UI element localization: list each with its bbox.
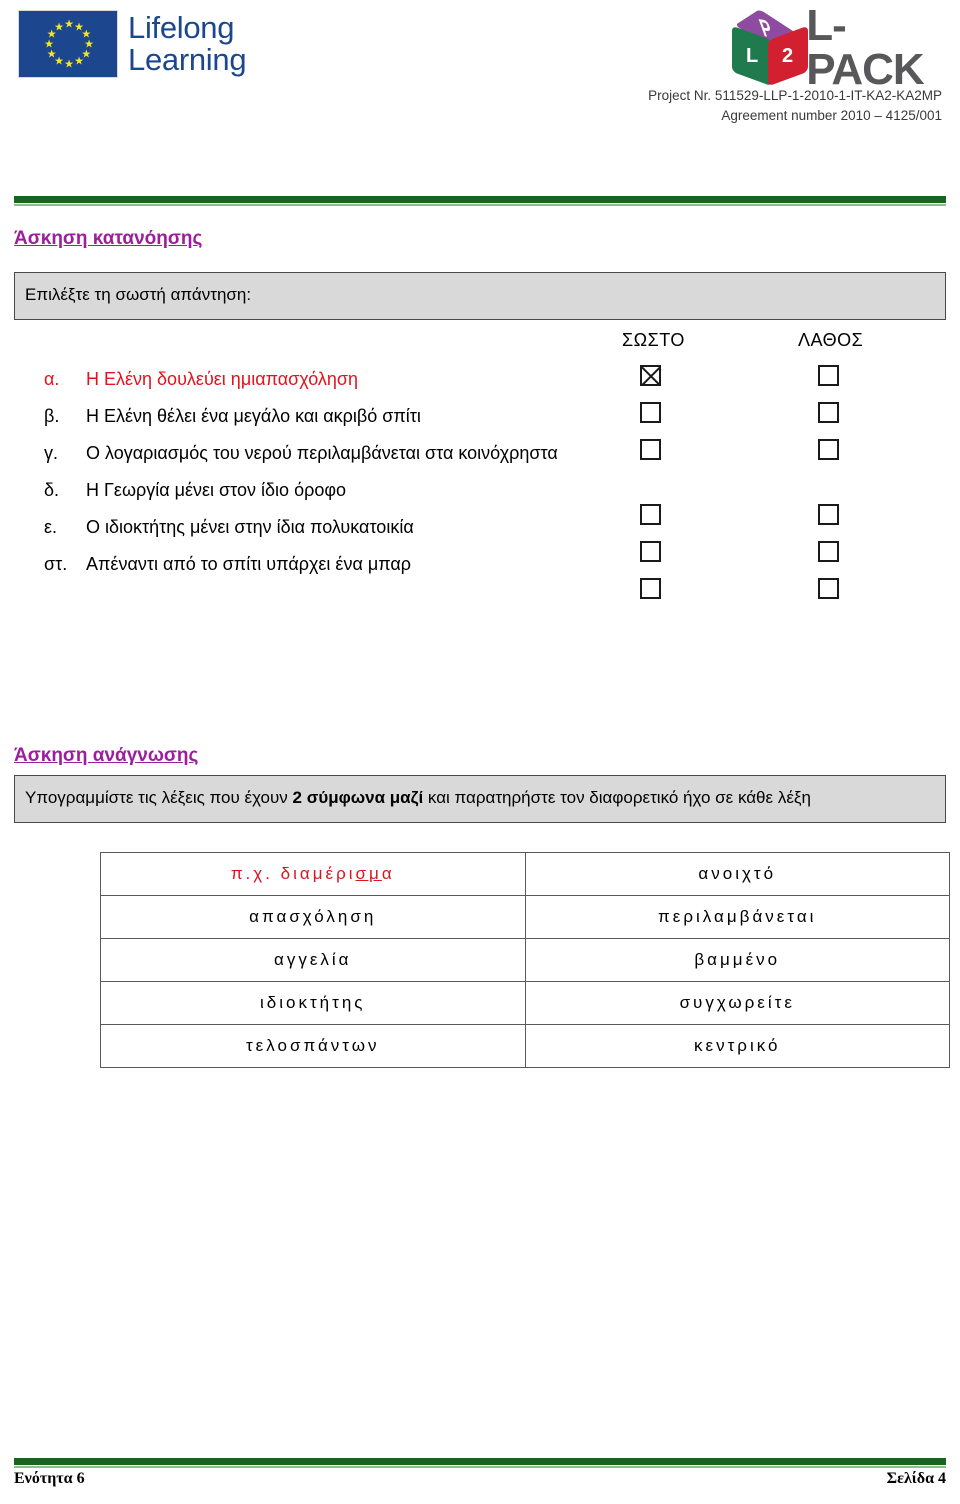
question-row: στ. Απέναντι από το σπίτι υπάρχει ένα μπα… <box>44 550 604 578</box>
checkbox-column-true <box>640 365 661 615</box>
underlined-consonant-pair: σμ <box>355 864 382 883</box>
checkbox-slot <box>818 578 839 615</box>
footer-divider <box>14 1458 946 1468</box>
divider-thin-bar <box>14 204 946 206</box>
footer-page-label: Σελίδα 4 <box>886 1470 946 1487</box>
lpack-logo: P L 2 L-PACK <box>724 4 960 92</box>
word-cell-right[interactable]: κεντρικό <box>524 1024 950 1068</box>
question-row: γ. Ο λογαριασμός του νερού περιλαμβάνεται… <box>44 439 604 467</box>
footer-unit-label: Ενότητα 6 <box>14 1470 85 1487</box>
divider-thick-bar <box>14 196 946 203</box>
checkbox-true[interactable] <box>640 578 661 599</box>
comprehension-instruction: Επιλέξτε τη σωστή απάντηση: <box>14 272 946 320</box>
footer-divider-thin-bar <box>14 1466 946 1468</box>
question-text: Η Ελένη θέλει ένα μεγάλο και ακριβό σπίτ… <box>86 406 421 426</box>
word-cell-left[interactable]: π.χ. διαμέρισμα <box>100 852 526 896</box>
word-table-row: αγγελία βαμμένο <box>100 938 950 982</box>
checkbox-false[interactable] <box>818 439 839 460</box>
checkbox-slot <box>818 402 839 439</box>
word-cell-right[interactable]: βαμμένο <box>524 938 950 982</box>
lpack-cube-icon: P L 2 <box>724 9 808 87</box>
checkbox-true[interactable] <box>640 439 661 460</box>
word-table-row: απασχόληση περιλαμβάνεται <box>100 895 950 939</box>
word-cell-right[interactable]: συγχωρείτε <box>524 981 950 1025</box>
question-row: δ. Η Γεωργία μένει στον ίδιο όροφο <box>44 476 604 504</box>
checkbox-true[interactable] <box>640 541 661 562</box>
question-row: ε. Ο ιδιοκτήτης μένει στην ίδια πολυκατοι… <box>44 513 604 541</box>
reading-section-title: Άσκηση ανάγνωσης <box>14 745 199 766</box>
word-cell-right[interactable]: περιλαμβάνεται <box>524 895 950 939</box>
question-text: Η Ελένη δουλεύει ημιαπασχόληση <box>86 369 359 389</box>
checkbox-slot <box>640 402 661 439</box>
cube-right-letter: 2 <box>782 44 794 67</box>
reading-instruction-before: Υπογραμμίστε τις λέξεις που έχουν <box>25 788 293 807</box>
question-row: α. Η Ελένη δουλεύει ημιαπασχόληση <box>44 365 604 393</box>
reading-instruction-after: και παρατηρήστε τον διαφορετικό ήχο σε κ… <box>423 788 811 807</box>
reading-instruction: Υπογραμμίστε τις λέξεις που έχουν 2 σύμφ… <box>14 775 946 823</box>
checkbox-slot <box>640 578 661 615</box>
question-text: Ο λογαριασμός του νερού περιλαμβάνεται σ… <box>86 443 558 463</box>
checkbox-false[interactable] <box>818 541 839 562</box>
reading-instruction-bold: 2 σύμφωνα μαζί <box>292 788 424 807</box>
question-letter: α. <box>44 369 60 389</box>
project-reference: Project Nr. 511529-LLP-1-2010-1-IT-KA2-K… <box>0 86 960 126</box>
checkbox-slot <box>640 439 661 504</box>
question-text: Η Γεωργία μένει στον ίδιο όροφο <box>86 480 347 500</box>
project-number: Project Nr. 511529-LLP-1-2010-1-IT-KA2-K… <box>648 88 942 103</box>
question-text: Απέναντι από το σπίτι υπάρχει ένα μπαρ <box>86 554 412 574</box>
lpack-wordmark: L-PACK <box>806 1 924 94</box>
word-table-row: π.χ. διαμέρισμα ανοιχτό <box>100 852 950 896</box>
agreement-number: Agreement number 2010 – 4125/001 <box>721 108 942 123</box>
word-table-row: ιδιοκτήτης συγχωρείτε <box>100 981 950 1025</box>
header-divider <box>14 196 946 206</box>
checkbox-slot <box>818 504 839 541</box>
word-cell-left[interactable]: αγγελία <box>100 938 526 982</box>
question-row: β. Η Ελένη θέλει ένα μεγάλο και ακριβό σπ… <box>44 402 604 430</box>
page-footer: Ενότητα 6 Σελίδα 4 <box>14 1470 946 1488</box>
word-cell-left[interactable]: τελοσπάντων <box>100 1024 526 1068</box>
column-header-false: ΛΑΘΟΣ <box>798 330 864 350</box>
checkbox-slot <box>640 541 661 578</box>
question-letter: γ. <box>44 443 59 463</box>
question-letter: β. <box>44 406 60 426</box>
checkbox-true[interactable] <box>640 504 661 525</box>
checkbox-slot <box>818 365 839 402</box>
checkbox-slot <box>818 541 839 578</box>
column-header-true: ΣΩΣΤΟ <box>622 330 685 350</box>
question-text: Ο ιδιοκτήτης μένει στην ίδια πολυκατοικί… <box>86 517 414 537</box>
eu-lifelong-learning-logo: Lifelong Learning <box>18 10 247 78</box>
word-cell-left[interactable]: απασχόληση <box>100 895 526 939</box>
checkbox-slot <box>640 365 661 402</box>
lifelong-learning-wordmark: Lifelong Learning <box>128 10 247 77</box>
checkbox-true[interactable] <box>640 365 661 386</box>
checkbox-slot <box>818 439 839 504</box>
page-header: Lifelong Learning P L 2 L-PACK Project N… <box>0 0 960 185</box>
question-letter: δ. <box>44 480 60 500</box>
checkbox-false[interactable] <box>818 365 839 386</box>
checkbox-false[interactable] <box>818 578 839 599</box>
checkbox-false[interactable] <box>818 504 839 525</box>
cube-left-letter: L <box>745 44 759 67</box>
comprehension-question-list: α. Η Ελένη δουλεύει ημιαπασχόληση β. Η Ελέν… <box>44 365 604 587</box>
eu-flag-icon <box>18 10 118 78</box>
comprehension-section-title: Άσκηση κατανόησης <box>14 228 203 249</box>
lifelong-line-1: Lifelong <box>128 10 235 45</box>
question-letter: στ. <box>44 554 68 574</box>
word-cell-right[interactable]: ανοιχτό <box>524 852 950 896</box>
checkbox-false[interactable] <box>818 402 839 423</box>
word-cell-left[interactable]: ιδιοκτήτης <box>100 981 526 1025</box>
footer-divider-thick-bar <box>14 1458 946 1465</box>
checkbox-column-false <box>818 365 839 615</box>
word-list-table: π.χ. διαμέρισμα ανοιχτό απασχόληση περιλαμβ… <box>100 852 950 1068</box>
question-letter: ε. <box>44 517 58 537</box>
lifelong-line-2: Learning <box>128 42 247 77</box>
checkbox-slot <box>640 504 661 541</box>
checkbox-true[interactable] <box>640 402 661 423</box>
word-table-row: τελοσπάντων κεντρικό <box>100 1024 950 1068</box>
